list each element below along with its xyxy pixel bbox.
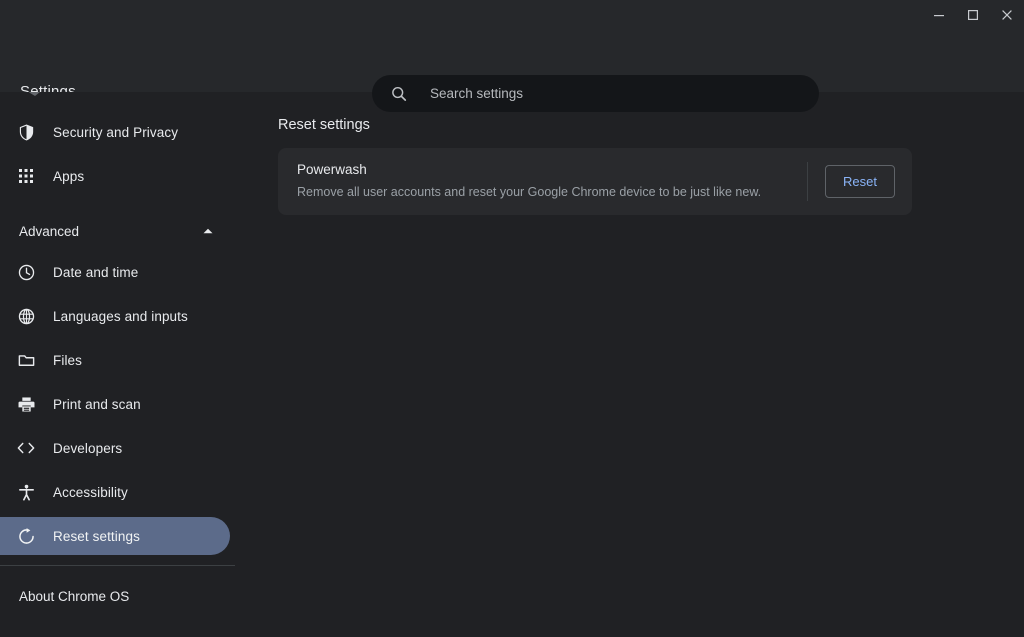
sidebar-item-label: Reset settings <box>53 529 140 544</box>
sidebar-item-label: Print and scan <box>53 397 141 412</box>
section-title: Reset settings <box>278 117 370 133</box>
sidebar-item-label: Accessibility <box>53 485 128 500</box>
sidebar-item-label: Files <box>53 353 82 368</box>
reset-button[interactable]: Reset <box>825 165 895 198</box>
sidebar-divider <box>0 565 235 566</box>
sidebar-item-label: Security and Privacy <box>53 125 178 140</box>
accessibility-icon <box>16 482 36 502</box>
sidebar-item-label: Date and time <box>53 265 138 280</box>
apps-grid-icon <box>16 166 36 186</box>
sidebar-item-accessibility[interactable]: Accessibility <box>0 473 236 511</box>
app-header: Settings <box>0 30 1024 92</box>
close-button[interactable] <box>990 0 1024 30</box>
minimize-icon <box>933 9 945 21</box>
sidebar-item-files[interactable]: Files <box>0 341 236 379</box>
shield-icon <box>16 122 36 142</box>
sidebar-item-label: Developers <box>53 441 122 456</box>
sidebar-item-apps[interactable]: Apps <box>0 157 236 195</box>
close-icon <box>1001 9 1013 21</box>
sidebar: Security and Privacy Apps Advanced <box>0 92 236 637</box>
chevron-up-icon <box>202 222 214 240</box>
sidebar-item-label: Apps <box>53 169 84 184</box>
printer-icon <box>16 394 36 414</box>
maximize-icon <box>967 9 979 21</box>
clock-icon <box>16 262 36 282</box>
code-brackets-icon <box>16 438 36 458</box>
sidebar-item-languages-and-inputs[interactable]: Languages and inputs <box>0 297 236 335</box>
powerwash-card-text: Powerwash Remove all user accounts and r… <box>278 148 807 214</box>
reset-circular-arrow-icon <box>16 526 36 546</box>
powerwash-description: Remove all user accounts and reset your … <box>297 184 807 200</box>
powerwash-card: Powerwash Remove all user accounts and r… <box>278 148 912 215</box>
sidebar-item-label: Languages and inputs <box>53 309 188 324</box>
sidebar-item-print-and-scan[interactable]: Print and scan <box>0 385 236 423</box>
sidebar-item-label: About Chrome OS <box>19 589 129 604</box>
globe-icon <box>16 306 36 326</box>
sidebar-item-developers[interactable]: Developers <box>0 429 236 467</box>
title-bar <box>0 0 1024 30</box>
minimize-button[interactable] <box>922 0 956 30</box>
powerwash-action: Reset <box>808 165 912 198</box>
sidebar-section-label: Advanced <box>19 224 202 239</box>
settings-window: Settings Security and Privacy <box>0 0 1024 637</box>
powerwash-title: Powerwash <box>297 162 807 177</box>
sidebar-item-about-chrome-os[interactable]: About Chrome OS <box>0 580 236 612</box>
folder-icon <box>16 350 36 370</box>
sidebar-item-security-and-privacy[interactable]: Security and Privacy <box>0 113 236 151</box>
sidebar-item-reset-settings[interactable]: Reset settings <box>0 517 230 555</box>
main-content: Reset settings Powerwash Remove all user… <box>236 92 1024 637</box>
sidebar-section-advanced[interactable]: Advanced <box>0 213 236 249</box>
sidebar-item-date-and-time[interactable]: Date and time <box>0 253 236 291</box>
maximize-button[interactable] <box>956 0 990 30</box>
